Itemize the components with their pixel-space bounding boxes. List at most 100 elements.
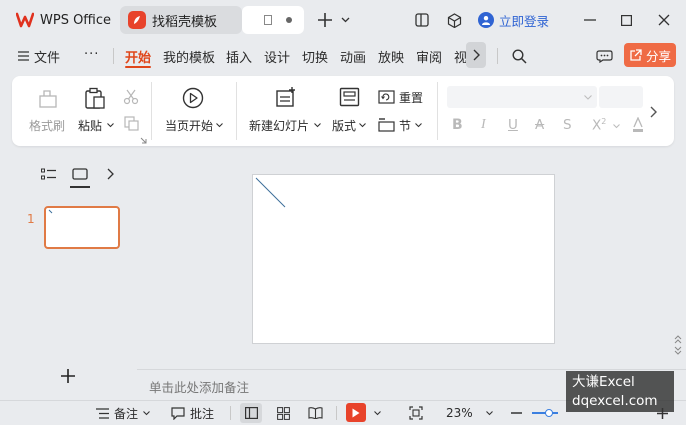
share-label: 分享 bbox=[645, 48, 671, 64]
slideshow-options-dropdown[interactable] bbox=[371, 406, 383, 420]
tab-current-document[interactable] bbox=[242, 6, 304, 34]
normal-view-icon bbox=[244, 407, 258, 419]
search-button[interactable] bbox=[508, 45, 530, 67]
new-slide-icon bbox=[275, 86, 297, 108]
new-tab-button[interactable] bbox=[314, 10, 336, 30]
zoom-dropdown[interactable] bbox=[483, 406, 495, 420]
slide-canvas[interactable] bbox=[252, 174, 555, 344]
plus-icon bbox=[656, 407, 668, 419]
clear-format-icon[interactable] bbox=[632, 117, 644, 133]
menu-design[interactable]: 设计 bbox=[264, 47, 290, 66]
chevron-down-icon bbox=[341, 17, 350, 23]
section-label: 节 bbox=[399, 118, 412, 133]
strikethrough-icon[interactable]: A bbox=[535, 117, 544, 133]
close-button[interactable] bbox=[654, 10, 674, 30]
comment-cloud-button[interactable] bbox=[592, 45, 616, 67]
app-center-button[interactable] bbox=[444, 10, 464, 30]
copy-button[interactable] bbox=[121, 114, 141, 132]
minimize-button[interactable] bbox=[580, 10, 600, 30]
menu-animation[interactable]: 动画 bbox=[340, 47, 366, 66]
font-name-select[interactable] bbox=[447, 86, 597, 108]
add-slide-button[interactable] bbox=[58, 366, 78, 386]
search-icon bbox=[511, 48, 527, 64]
shadow-icon[interactable]: S bbox=[563, 117, 572, 133]
menu-my-templates[interactable]: 我的模板 bbox=[163, 47, 215, 66]
format-painter-label: 格式刷 bbox=[29, 119, 66, 133]
menu-scroll-right-button[interactable] bbox=[466, 42, 486, 68]
chevron-down-icon bbox=[216, 123, 223, 128]
slide-thumbnail-icon bbox=[72, 168, 88, 180]
slide-thumbnail[interactable] bbox=[44, 206, 120, 249]
menu-divider bbox=[113, 48, 114, 64]
copy-icon bbox=[123, 115, 139, 131]
chevron-down-icon bbox=[359, 123, 366, 128]
section-icon bbox=[378, 118, 395, 132]
more-menu-button[interactable]: ··· bbox=[84, 47, 99, 62]
reset-label: 重置 bbox=[399, 90, 424, 105]
reset-button[interactable]: 重置 bbox=[378, 88, 428, 106]
menu-slideshow[interactable]: 放映 bbox=[378, 47, 404, 66]
menu-view[interactable]: 视 bbox=[454, 47, 466, 65]
layout-button[interactable]: 版式 bbox=[330, 86, 370, 136]
cut-button[interactable] bbox=[121, 88, 141, 106]
share-button[interactable]: 分享 bbox=[624, 43, 676, 67]
tab-wps-office[interactable]: WPS Office bbox=[8, 6, 112, 34]
menu-insert[interactable]: 插入 bbox=[226, 47, 252, 66]
maximize-button[interactable] bbox=[616, 10, 636, 30]
menu-file[interactable]: 文件 bbox=[18, 47, 60, 66]
zoom-level[interactable]: 23% bbox=[446, 405, 473, 421]
status-divider bbox=[230, 406, 231, 420]
zoom-slider-thumb[interactable] bbox=[545, 409, 553, 417]
font-size-select[interactable] bbox=[599, 86, 643, 108]
slide-sorter-button[interactable] bbox=[273, 403, 293, 423]
zoom-out-button[interactable] bbox=[508, 404, 524, 422]
section-button[interactable]: 节 bbox=[378, 116, 428, 134]
chevron-down-icon bbox=[584, 95, 592, 100]
notes-toggle-button[interactable]: 备注 bbox=[96, 405, 150, 421]
ribbon-scroll-right-button[interactable] bbox=[646, 98, 660, 126]
reading-view-button[interactable] bbox=[305, 403, 325, 423]
thumbnail-line-shape bbox=[48, 209, 53, 214]
line-shape[interactable] bbox=[253, 175, 556, 345]
menu-home[interactable]: 开始 bbox=[125, 47, 151, 66]
slide-view-button[interactable] bbox=[69, 164, 91, 184]
superscript-icon[interactable]: X2 bbox=[592, 117, 606, 134]
login-label: 立即登录 bbox=[499, 13, 550, 29]
ribbon-separator bbox=[151, 82, 152, 140]
tab-template-store[interactable]: 找稻壳模板 bbox=[120, 6, 242, 34]
notes-toggle-label: 备注 bbox=[114, 406, 139, 421]
new-slide-button[interactable]: 新建幻灯片 bbox=[247, 86, 323, 136]
login-button[interactable]: 立即登录 bbox=[478, 11, 549, 29]
wps-logo-icon bbox=[16, 12, 34, 28]
tab-list-dropdown[interactable] bbox=[338, 12, 352, 28]
zoom-slider[interactable] bbox=[532, 409, 558, 417]
start-from-current-button[interactable]: 当页开始 bbox=[162, 86, 224, 136]
maximize-icon bbox=[620, 14, 632, 26]
play-slideshow-button[interactable] bbox=[346, 403, 366, 422]
zoom-in-button[interactable] bbox=[654, 404, 670, 422]
paste-button[interactable]: 粘贴 bbox=[76, 86, 116, 136]
outline-list-icon bbox=[40, 168, 56, 181]
scroll-up-double-icon[interactable] bbox=[674, 334, 682, 344]
document-icon bbox=[264, 15, 272, 25]
split-view-icon bbox=[415, 13, 429, 27]
underline-icon[interactable]: U bbox=[508, 117, 518, 133]
window-layout-button[interactable] bbox=[412, 10, 432, 30]
outline-view-button[interactable] bbox=[38, 164, 58, 184]
ribbon-separator bbox=[437, 82, 438, 140]
normal-view-button[interactable] bbox=[240, 403, 262, 423]
chevron-down-icon[interactable] bbox=[613, 124, 620, 129]
menu-review[interactable]: 审阅 bbox=[416, 47, 442, 66]
dialog-launcher-icon[interactable] bbox=[140, 137, 147, 144]
italic-icon[interactable]: I bbox=[481, 117, 486, 133]
play-icon bbox=[352, 408, 360, 418]
docer-logo-icon bbox=[128, 11, 146, 29]
fit-to-window-button[interactable] bbox=[406, 403, 426, 423]
collapse-pane-button[interactable] bbox=[102, 164, 118, 184]
menu-transition[interactable]: 切换 bbox=[302, 47, 328, 66]
format-painter-button[interactable]: 格式刷 bbox=[26, 86, 70, 136]
scroll-down-double-icon[interactable] bbox=[674, 346, 682, 356]
comments-button[interactable]: 批注 bbox=[171, 405, 214, 421]
slide-panel bbox=[0, 152, 137, 400]
bold-icon[interactable]: B bbox=[452, 117, 463, 133]
